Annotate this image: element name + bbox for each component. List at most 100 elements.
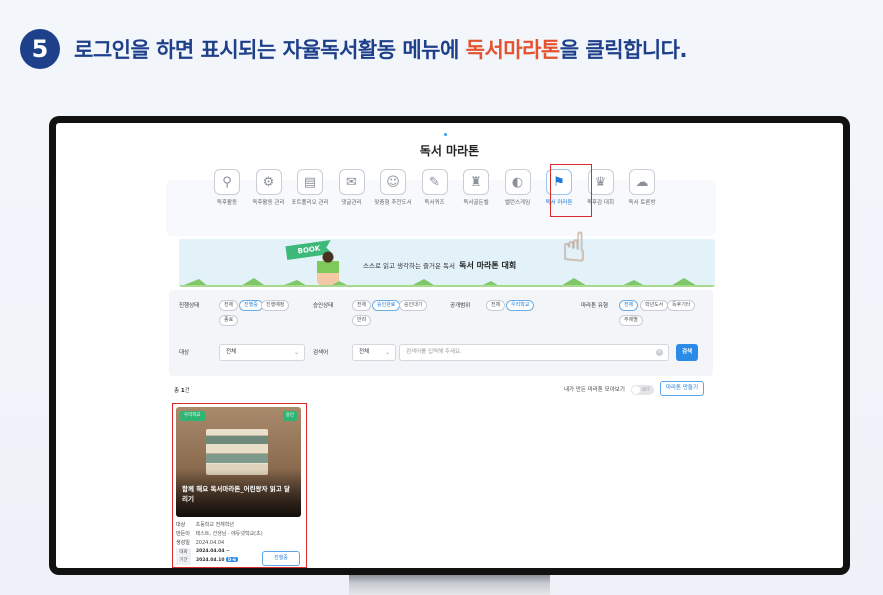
menu-item-label: 맞춤형 추천도서 [374,200,412,206]
balance-game-icon: ◐ [504,169,531,195]
marathon-banner: BOOK 스스로 읽고 생각하는 즐거운 독서 독서 마라톤 대회 [179,239,715,287]
monitor-frame: 독서 마라톤 ⚲ 독후활동 ⚙ 독후활동 관리 ▤ 포트폴리오 관리 ✉ 댓글관리 ☺ 맞춤형 추… [49,116,850,575]
target-select[interactable]: 전체 ⌄ [219,344,305,361]
clear-icon[interactable]: × [656,349,663,356]
period-start: 2024.04.04 ~ [196,549,230,554]
chip-approval-pending[interactable]: 승인대기 [399,300,428,311]
keyword-scope-value: 전체 [359,349,370,355]
stamp-icon: ⚲ [214,169,240,195]
discussion-icon: ☁ [629,169,655,195]
chip-type-all[interactable]: 전체 [619,300,639,311]
my-marathon-label: 내가 만든 마라톤 모아보기 [564,387,625,393]
menu-item-quiz[interactable]: ✎ 독서퀴즈 [413,169,457,207]
card-created-value: 2024.04.04 [195,540,225,546]
comment-icon: ✉ [338,169,365,195]
filter-label-keyword: 검색어 [313,350,329,356]
banner-text: 스스로 읽고 생각하는 즐거운 독서 독서 마라톤 대회 [363,260,516,271]
chip-progress-all[interactable]: 전체 [219,300,239,311]
period-label-1: 대회 [179,550,188,555]
my-marathon-toggle[interactable]: OFF [631,385,654,395]
menu-item-discussion[interactable]: ☁ 독서 토론방 [620,169,664,207]
card-created: 생성일 2024.04.04 [176,539,224,546]
instruction-text-before: 로그인을 하면 표시되는 자율독서활동 메뉴에 [74,38,466,62]
stamp-settings-icon: ⚙ [255,169,282,195]
filter-label-marathon-type: 마라톤 유형 [581,303,609,309]
toggle-state: OFF [642,387,650,392]
menu-item-label: 댓글관리 [341,200,362,206]
create-marathon-button[interactable]: 마라톤 만들기 [660,381,704,396]
card-target-label: 대상 [176,522,186,528]
total-count: 총 1건 [174,386,190,394]
menu-item-balance-game[interactable]: ◐ 밸런스게임 [496,169,540,207]
menu-item-label: 독후활동 관리 [252,200,285,206]
chip-visibility-school[interactable]: 우리학교 [506,300,535,311]
period-label-2: 기간 [179,558,188,563]
filter-label-visibility: 공개범위 [450,303,471,309]
golden-bell-icon: ♜ [463,169,489,195]
chip-progress-ended[interactable]: 종료 [219,315,239,326]
dday-badge: D-6 [226,557,238,562]
instruction-highlight: 독서마라톤 [465,38,561,62]
period-label: 대회기간 [176,548,191,565]
chip-progress-planned[interactable]: 진행예정 [261,300,290,311]
target-select-value: 전체 [226,349,237,355]
menu-item-stamp-settings[interactable]: ⚙ 독후활동 관리 [247,169,291,207]
chip-type-theme[interactable]: 주제별 [619,315,643,326]
filter-label-target: 대상 [179,350,190,356]
pointer-hand-icon: ☝ [561,225,587,271]
menu-item-label: 밸런스게임 [504,200,531,206]
instruction-text-after: 을 클릭합니다. [559,38,688,62]
page-title: 독서 마라톤 [419,144,480,158]
filter-label-progress: 진행상태 [179,303,200,309]
chevron-down-icon: ⌄ [293,349,299,356]
filter-label-approval: 승인상태 [313,303,334,309]
indicator-dot [444,133,447,136]
card-created-label: 생성일 [176,540,190,546]
search-button[interactable]: 검색 [676,344,698,361]
toggle-knob [632,386,640,394]
status-button[interactable]: 진행중 [262,551,300,566]
card-target-value: 초등학교 전체학년 [195,522,234,528]
period-end-row: 2024.04.10 D-6 [196,557,238,563]
portfolio-icon: ▤ [297,169,323,195]
menu-item-recommend-book[interactable]: ☺ 맞춤형 추천도서 [371,169,415,207]
marathon-highlight-box [550,164,592,217]
marathon-card-image[interactable]: 우리학교 승인 함께 해요 독서마라톤_어린왕자 읽고 달리기 [176,407,301,517]
total-unit: 건 [184,388,190,394]
keyword-scope-select[interactable]: 전체 ⌄ [352,344,396,361]
chip-approval-all[interactable]: 전체 [352,300,372,311]
banner-text-bold: 독서 마라톤 대회 [459,261,517,270]
menu-item-label: 독서골든벨 [463,200,489,206]
chip-type-grade[interactable]: 학년도서 [640,300,669,311]
menu-item-label: 독서퀴즈 [424,200,445,206]
hills-illustration [179,278,715,287]
menu-item-stamp[interactable]: ⚲ 독후활동 [205,169,249,207]
chip-visibility-all[interactable]: 전체 [486,300,506,311]
period-end: 2024.04.10 [196,558,225,563]
total-label: 총 [174,388,180,394]
instruction-text: 로그인을 하면 표시되는 자율독서활동 메뉴에 독서마라톤을 클릭합니다. [74,34,687,64]
chip-approval-rejected[interactable]: 반려 [352,315,372,326]
chip-progress-ongoing[interactable]: 진행중 [239,300,263,311]
chip-type-etc[interactable]: 독후기타 [667,300,696,311]
chevron-down-icon: ⌄ [384,349,390,356]
approval-badge: 승인 [282,411,297,421]
card-author-label: 만든이 [176,531,190,537]
menu-item-comment[interactable]: ✉ 댓글관리 [330,169,374,207]
menu-item-label: 포트폴리오 관리 [291,200,329,206]
instruction-header: 5 로그인을 하면 표시되는 자율독서활동 메뉴에 독서마라톤을 클릭합니다. [20,28,687,70]
card-author: 만든이 테스트, 선생님 · 에듀넷학교(초) [176,530,263,537]
step-number-badge: 5 [20,29,60,69]
monitor-stand [349,575,550,595]
menu-item-portfolio[interactable]: ▤ 포트폴리오 관리 [288,169,332,207]
menu-item-label: 독서 토론방 [628,200,656,206]
scope-badge: 우리학교 [180,411,205,421]
card-author-value: 테스트, 선생님 · 에듀넷학교(초) [195,531,263,537]
quiz-icon: ✎ [421,169,448,195]
menu-item-golden-bell[interactable]: ♜ 독서골든벨 [454,169,498,207]
card-title[interactable]: 함께 해요 독서마라톤_어린왕자 읽고 달리기 [182,484,294,504]
card-target: 대상 초등학교 전체학년 [176,521,234,528]
search-placeholder: 검색어를 입력해 주세요. [406,349,462,355]
search-input[interactable]: 검색어를 입력해 주세요. × [399,344,669,361]
chip-approval-approved[interactable]: 승인완료 [372,300,401,311]
